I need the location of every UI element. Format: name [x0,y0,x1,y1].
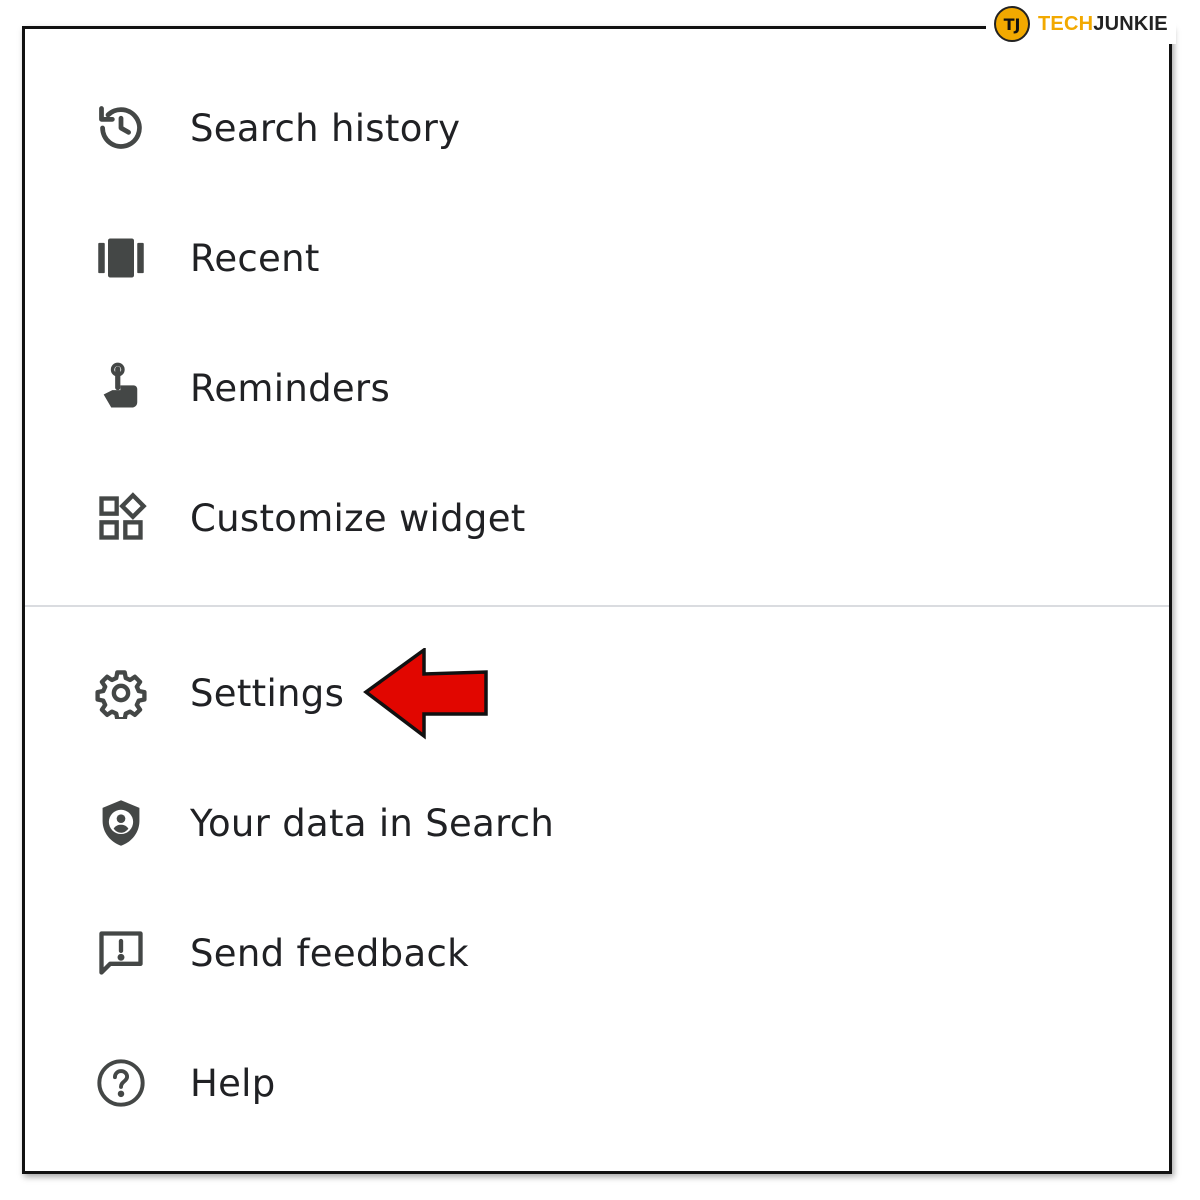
menu-item-label: Recent [190,236,320,280]
menu-item-label: Search history [190,106,461,150]
menu-item-reminders[interactable]: Reminders [25,343,1169,433]
recent-icon [91,228,151,288]
menu-item-help[interactable]: Help [25,1038,1169,1128]
menu-item-customize-widget[interactable]: Customize widget [25,473,1169,563]
annotation-arrow [363,648,488,740]
menu-item-label: Help [190,1061,276,1105]
widgets-icon [91,488,151,548]
menu-item-recent[interactable]: Recent [25,213,1169,303]
reminder-icon [91,358,151,418]
logo-wordmark: TECHJUNKIE [1038,13,1168,36]
tj-badge-icon: TJ [994,6,1030,42]
feedback-icon [91,923,151,983]
menu-item-your-data[interactable]: Your data in Search [25,778,1169,868]
menu-item-label: Reminders [190,366,391,410]
history-icon [91,98,151,158]
menu-item-settings[interactable]: Settings [25,648,1169,738]
menu-panel: Search history Recent Reminders Customiz… [22,26,1172,1174]
menu-item-search-history[interactable]: Search history [25,83,1169,173]
shield-account-icon [91,793,151,853]
gear-icon [91,663,151,723]
logo-word-junkie: JUNKIE [1093,12,1168,35]
menu-item-label: Send feedback [190,931,469,975]
menu-item-label: Your data in Search [190,801,555,845]
techjunkie-logo: TJ TECHJUNKIE [986,4,1176,44]
logo-word-tech: TECH [1038,12,1094,35]
help-icon [91,1053,151,1113]
menu-item-label: Settings [190,671,345,715]
menu-item-send-feedback[interactable]: Send feedback [25,908,1169,998]
menu-item-label: Customize widget [190,496,526,540]
menu-divider [25,605,1169,607]
